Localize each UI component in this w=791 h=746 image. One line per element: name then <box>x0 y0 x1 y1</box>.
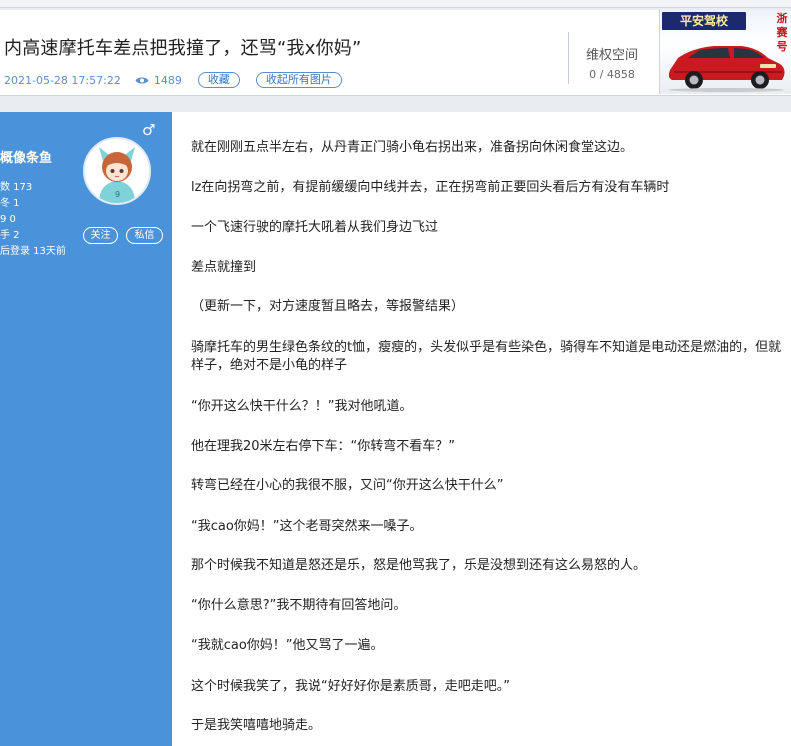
collapse-images-button[interactable]: 收起所有图片 <box>255 72 342 88</box>
view-count: 1489 <box>135 74 182 87</box>
author-stat-line: 9 0 <box>0 214 16 225</box>
post-paragraph: 于是我笑嘻嘻地骑走。 <box>191 718 322 733</box>
eye-icon <box>135 76 149 85</box>
post-date: 2021-05-28 17:57:22 <box>4 73 121 87</box>
post-paragraph: “你什么意思?”我不期待有回答地问。 <box>191 598 407 613</box>
author-stat-line: 手 2 <box>0 230 20 241</box>
author-name[interactable]: 概像条鱼 <box>0 147 52 166</box>
post-paragraph: 一个飞速行驶的摩托大吼着从我们身边飞过 <box>191 220 439 235</box>
post-paragraph: 这个时候我笑了，我说“好好好你是素质哥，走吧走吧。” <box>191 679 510 694</box>
message-button[interactable]: 私信 <box>126 227 163 244</box>
post-paragraph: 骑摩托车的男生绿色条纹的t恤，瘦瘦的，头发似乎是有些染色，骑得车不知道是电动还是… <box>191 340 782 355</box>
ad-brand-text: 平安驾校 <box>662 12 746 30</box>
post-meta: 2021-05-28 17:57:22 1489 收藏 收起所有图片 <box>4 71 358 89</box>
post-paragraph: 那个时候我不知道是怒还是乐，怒是他骂我了，乐是没想到还有这么易怒的人。 <box>191 558 647 573</box>
avatar[interactable]: 9 <box>83 137 151 205</box>
space-title-link[interactable]: 维权空间 <box>578 44 646 63</box>
post-paragraph: “我就cao你妈！”他又骂了一遍。 <box>191 638 384 653</box>
post-paragraph: lz在向拐弯之前，有提前缓缓向中线并去，正在拐弯前正要回头看后方有没有车辆时 <box>191 180 670 195</box>
post-paragraph: “你开这么快干什么？！”我对他吼道。 <box>191 399 413 414</box>
follow-button[interactable]: 关注 <box>83 227 118 244</box>
post-paragraph: “我cao你妈！”这个老哥突然来一嗓子。 <box>191 519 423 534</box>
author-stat-line: 数 173 <box>0 182 33 193</box>
post-paragraph: （更新一下，对方速度暂且略去，等报警结果） <box>191 299 465 314</box>
post-content: 就在刚刚五点半左右，从丹青正门骑小龟右拐出来，准备拐向休闲食堂这边。 lz在向拐… <box>172 112 791 746</box>
car-image <box>668 46 785 92</box>
header-divider <box>568 32 569 84</box>
author-stat-line: 冬 1 <box>0 198 20 209</box>
ad-banner[interactable]: 平安驾校 浙 赛 号 <box>659 10 791 94</box>
post-paragraph: 转弯已经在小心的我很不服，又问“你开这么快干什么” <box>191 478 504 493</box>
collect-button[interactable]: 收藏 <box>197 72 240 88</box>
male-gender-icon: ♂ <box>142 121 156 139</box>
post-paragraph: 差点就撞到 <box>191 260 257 275</box>
post-paragraph: 他在理我20米左右停下车：“你转弯不看车？” <box>191 439 456 454</box>
space-count: 0 / 4858 <box>589 68 635 81</box>
author-stats: 数 173 冬 1 9 0 手 2 后登录 13天前 <box>0 180 66 260</box>
svg-text:9: 9 <box>115 190 120 199</box>
post-paragraph: 就在刚刚五点半左右，从丹青正门骑小龟右拐出来，准备拐向休闲食堂这边。 <box>191 140 634 155</box>
browser-top-strip <box>0 0 791 8</box>
post-title: 内高速摩托车差点把我撞了，还骂“我x你妈” <box>4 38 362 59</box>
view-count-value: 1489 <box>153 73 182 87</box>
author-last-login: 后登录 13天前 <box>0 246 66 257</box>
post-paragraph: 样子，绝对不是小龟的样子 <box>191 358 348 373</box>
